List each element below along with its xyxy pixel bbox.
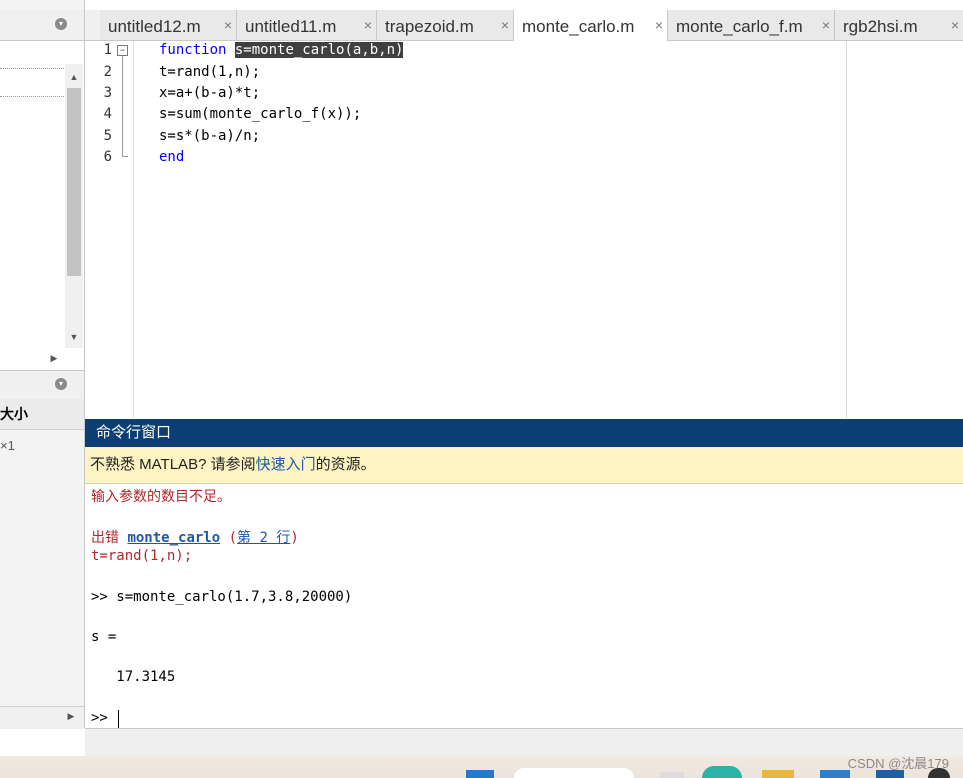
panel-menu-icon[interactable]: ▾ <box>55 18 67 30</box>
line-number: 4 <box>103 106 112 122</box>
error-prefix: 出错 <box>91 530 128 546</box>
error-message: 输入参数的数目不足。 <box>91 489 231 505</box>
getting-started-link[interactable]: 快速入门 <box>256 456 316 473</box>
workspace-hscrollbar[interactable]: ▶ <box>0 706 84 729</box>
current-folder-toolbar: ▾ <box>0 10 84 41</box>
close-icon[interactable]: × <box>224 17 232 33</box>
line-number: 3 <box>103 85 112 101</box>
tab-trapezoid[interactable]: trapezoid.m × <box>377 10 514 40</box>
taskbar <box>0 756 963 778</box>
tab-monte-carlo[interactable]: monte_carlo.m × <box>514 10 668 41</box>
result-label: s = <box>91 629 117 645</box>
code-line-3[interactable]: x=a+(b-a)*t; <box>159 85 260 101</box>
tab-rgb2hsi[interactable]: rgb2hsi.m × <box>835 10 963 40</box>
workspace-size-header[interactable]: 大小 <box>0 399 84 430</box>
getting-started-banner: 不熟悉 MATLAB? 请参阅快速入门的资源。 <box>85 447 963 484</box>
selected-text: s=monte_carlo(a,b,n) <box>234 42 404 58</box>
line-number: 2 <box>103 64 112 80</box>
line-link[interactable]: 第 2 行 <box>237 530 290 546</box>
file-list-divider <box>0 68 64 69</box>
command-prompt[interactable]: >> <box>91 710 108 726</box>
tab-label: trapezoid.m <box>385 17 474 36</box>
close-icon[interactable]: × <box>822 17 830 33</box>
close-icon[interactable]: × <box>655 17 663 33</box>
workspace-size-value: ×1 <box>0 438 15 453</box>
code-line-1[interactable]: function s=monte_carlo(a,b,n) <box>159 42 404 58</box>
command-window-title-text: 命令行窗口 <box>96 424 172 441</box>
watermark: CSDN @沈晨179 <box>847 756 949 771</box>
keyword: function <box>159 42 227 58</box>
line-number: 1 <box>103 42 112 58</box>
close-icon[interactable]: × <box>951 17 959 33</box>
result-value: 17.3145 <box>91 669 176 685</box>
scroll-right-arrow-icon[interactable]: ▶ <box>62 711 80 722</box>
paren: ( <box>220 530 238 546</box>
code-line-2[interactable]: t=rand(1,n); <box>159 64 260 80</box>
app-icon[interactable] <box>702 766 742 778</box>
file-list-divider <box>0 96 64 97</box>
line-number: 6 <box>103 149 112 165</box>
scroll-down-arrow-icon[interactable]: ▼ <box>65 332 83 342</box>
tab-label: untitled12.m <box>108 17 201 36</box>
function-link[interactable]: monte_carlo <box>127 530 220 546</box>
workspace-toolbar: ▾ <box>0 370 84 400</box>
tab-label: rgb2hsi.m <box>843 17 918 36</box>
tab-label: untitled11.m <box>245 17 337 36</box>
banner-text: 不熟悉 MATLAB? 请参阅 <box>90 456 256 473</box>
tab-untitled12[interactable]: untitled12.m × <box>100 10 237 40</box>
store-icon[interactable] <box>820 770 850 778</box>
command-history-entry: >> s=monte_carlo(1.7,3.8,20000) <box>91 589 353 605</box>
code-line-4[interactable]: s=sum(monte_carlo_f(x)); <box>159 106 361 122</box>
fold-guide <box>122 56 123 156</box>
banner-text-suffix: 的资源。 <box>315 456 376 473</box>
tab-label: monte_carlo_f.m <box>676 17 803 36</box>
tab-monte-carlo-f[interactable]: monte_carlo_f.m × <box>668 10 835 40</box>
workspace-menu-icon[interactable]: ▾ <box>55 378 67 390</box>
paren: ) <box>290 530 299 546</box>
right-margin-line <box>846 41 847 418</box>
command-window-title[interactable]: 命令行窗口 <box>85 419 963 447</box>
code-line-5[interactable]: s=s*(b-a)/n; <box>159 128 260 144</box>
line-number: 5 <box>103 128 112 144</box>
search-box[interactable] <box>514 768 634 778</box>
status-bar <box>85 728 963 757</box>
error-code-line: t=rand(1,n); <box>91 548 193 564</box>
scrollbar-thumb[interactable] <box>67 88 81 276</box>
folder-icon[interactable] <box>762 770 794 778</box>
code-fold-toggle-icon[interactable]: − <box>117 45 128 56</box>
windows-start-icon[interactable] <box>466 770 494 778</box>
task-view-icon[interactable] <box>660 772 684 778</box>
code-line-6[interactable]: end <box>159 149 184 165</box>
close-icon[interactable]: × <box>501 17 509 33</box>
editor-tab-bar: untitled12.m × untitled11.m × trapezoid.… <box>85 10 963 41</box>
error-location: 出错 monte_carlo (第 2 行) <box>91 527 299 547</box>
tab-untitled11[interactable]: untitled11.m × <box>237 10 377 40</box>
text-caret <box>118 710 119 728</box>
scroll-up-arrow-icon[interactable]: ▲ <box>65 72 83 82</box>
tab-label: monte_carlo.m <box>522 17 635 36</box>
close-icon[interactable]: × <box>364 17 372 33</box>
fold-guide-end <box>122 156 128 157</box>
scroll-right-arrow-icon[interactable]: ▶ <box>45 353 63 364</box>
